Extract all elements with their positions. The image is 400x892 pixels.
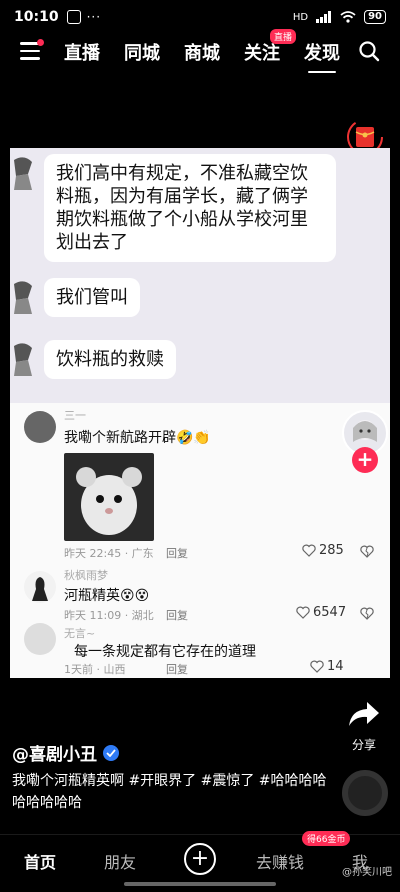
status-time: 10:10 <box>14 9 59 25</box>
signal-hd-icon: HD <box>292 11 309 23</box>
tab-mall[interactable]: 商城 <box>184 39 220 65</box>
search-icon[interactable] <box>358 40 380 62</box>
chat-avatar-icon <box>14 281 32 314</box>
live-badge: 直播 <box>269 29 296 44</box>
battery-icon: 90 <box>364 10 386 24</box>
comment-text: 河瓶精英😵😵 <box>64 588 150 604</box>
status-bar: 10:10 ··· HD 90 <box>0 0 400 34</box>
app-notification-icon <box>66 10 81 24</box>
video-player[interactable]: 我们高中有规定，不准私藏空饮料瓶，因为有届学长，藏了俩学期饮料瓶做了个小船从学校… <box>10 148 390 678</box>
chat-screenshot: 我们高中有规定，不准私藏空饮料瓶，因为有届学长，藏了俩学期饮料瓶做了个小船从学校… <box>10 148 390 403</box>
heart-icon <box>302 544 316 557</box>
coin-badge: 得66金币 <box>302 831 351 846</box>
like-count: 285 <box>319 543 344 558</box>
notification-icons: ··· <box>66 10 102 24</box>
top-nav: 直播 同城 商城 关注 直播 发现 <box>0 29 400 73</box>
menu-notification-dot <box>37 39 44 46</box>
verified-icon <box>103 744 119 761</box>
heart-icon <box>296 606 310 619</box>
menu-icon[interactable] <box>20 39 44 60</box>
follow-button[interactable]: + <box>352 447 378 473</box>
like-count: 14 <box>327 659 344 674</box>
tab-following[interactable]: 关注 直播 <box>244 29 296 65</box>
chat-bubble: 饮料瓶的救赎 <box>44 340 176 379</box>
tab-following-label: 关注 <box>244 43 280 64</box>
heart-icon <box>310 660 324 673</box>
share-button[interactable]: 分享 <box>342 700 386 753</box>
like-count: 6547 <box>313 605 347 620</box>
comment-like: 285 <box>302 543 344 558</box>
chat-avatar-icon <box>14 343 32 376</box>
comment-username: 秋枫雨梦 <box>64 569 108 582</box>
more-notifications-icon: ··· <box>86 10 102 24</box>
tab-discover[interactable]: 发现 <box>304 39 340 73</box>
chat-row: 我们管叫 <box>10 278 140 317</box>
status-right: HD 90 <box>293 10 386 24</box>
home-indicator <box>124 882 276 886</box>
comment-like: 14 <box>310 659 344 674</box>
bottom-tab-bar: 首页 朋友 + 去赚钱 得66金币 我 @孙笑川吧 <box>0 831 400 892</box>
tab-earn[interactable]: 去赚钱 <box>256 849 304 873</box>
comment-username: 三一 <box>64 409 86 422</box>
broken-heart-icon <box>360 545 374 558</box>
wifi-icon <box>340 11 356 23</box>
comment-reply: 回复 <box>166 609 188 622</box>
share-label: 分享 <box>351 738 376 752</box>
watermark: @孙笑川吧 <box>342 867 392 878</box>
comment-avatar <box>24 623 56 655</box>
comment-meta: 昨天 22:45 · 广东 <box>64 547 154 560</box>
chat-bubble: 我们管叫 <box>44 278 140 317</box>
author-name[interactable]: @喜剧小丑 <box>12 740 119 765</box>
broken-heart-icon <box>360 607 374 620</box>
tab-home[interactable]: 首页 <box>24 849 56 873</box>
chat-row: 饮料瓶的救赎 <box>10 340 176 379</box>
comment-username: 无言~ <box>64 627 96 640</box>
tab-local[interactable]: 同城 <box>124 39 160 65</box>
comment-reply: 回复 <box>166 547 188 560</box>
hamster-sticker-image <box>64 453 154 541</box>
comment-reply: 回复 <box>166 663 188 676</box>
comment-text: 每一条规定都有它存在的道理 <box>74 644 256 660</box>
chat-avatar-icon <box>14 157 32 190</box>
comment-text: 我嘞个新航路开辟🤣👏 <box>64 430 211 446</box>
music-disc-icon[interactable] <box>342 770 388 816</box>
comment-avatar <box>24 571 56 603</box>
tab-live[interactable]: 直播 <box>64 39 100 65</box>
chat-bubble: 我们高中有规定，不准私藏空饮料瓶，因为有届学长，藏了俩学期饮料瓶做了个小船从学校… <box>44 154 336 262</box>
tab-friends[interactable]: 朋友 <box>104 849 136 873</box>
comment-avatar <box>24 411 56 443</box>
post-caption[interactable]: 我嘞个河瓶精英啊 #开眼界了 #震惊了 #哈哈哈哈哈哈哈哈哈 <box>12 770 332 814</box>
share-icon <box>349 702 379 726</box>
create-plus-button[interactable]: + <box>184 843 216 875</box>
comment-like: 6547 <box>296 605 346 620</box>
signal-icon <box>316 11 332 23</box>
author-handle[interactable]: @喜剧小丑 <box>12 740 97 765</box>
comment-screenshot: 三一 我嘞个新航路开辟🤣👏 昨天 22:45 · 广东 回复 285 秋枫雨梦 … <box>10 403 390 678</box>
comment-meta: 1天前 · 山西 <box>64 663 126 676</box>
comment-meta: 昨天 11:09 · 湖北 <box>64 609 154 622</box>
nav-tabs: 直播 同城 商城 关注 直播 发现 <box>64 29 340 73</box>
chat-row: 我们高中有规定，不准私藏空饮料瓶，因为有届学长，藏了俩学期饮料瓶做了个小船从学校… <box>10 154 336 262</box>
